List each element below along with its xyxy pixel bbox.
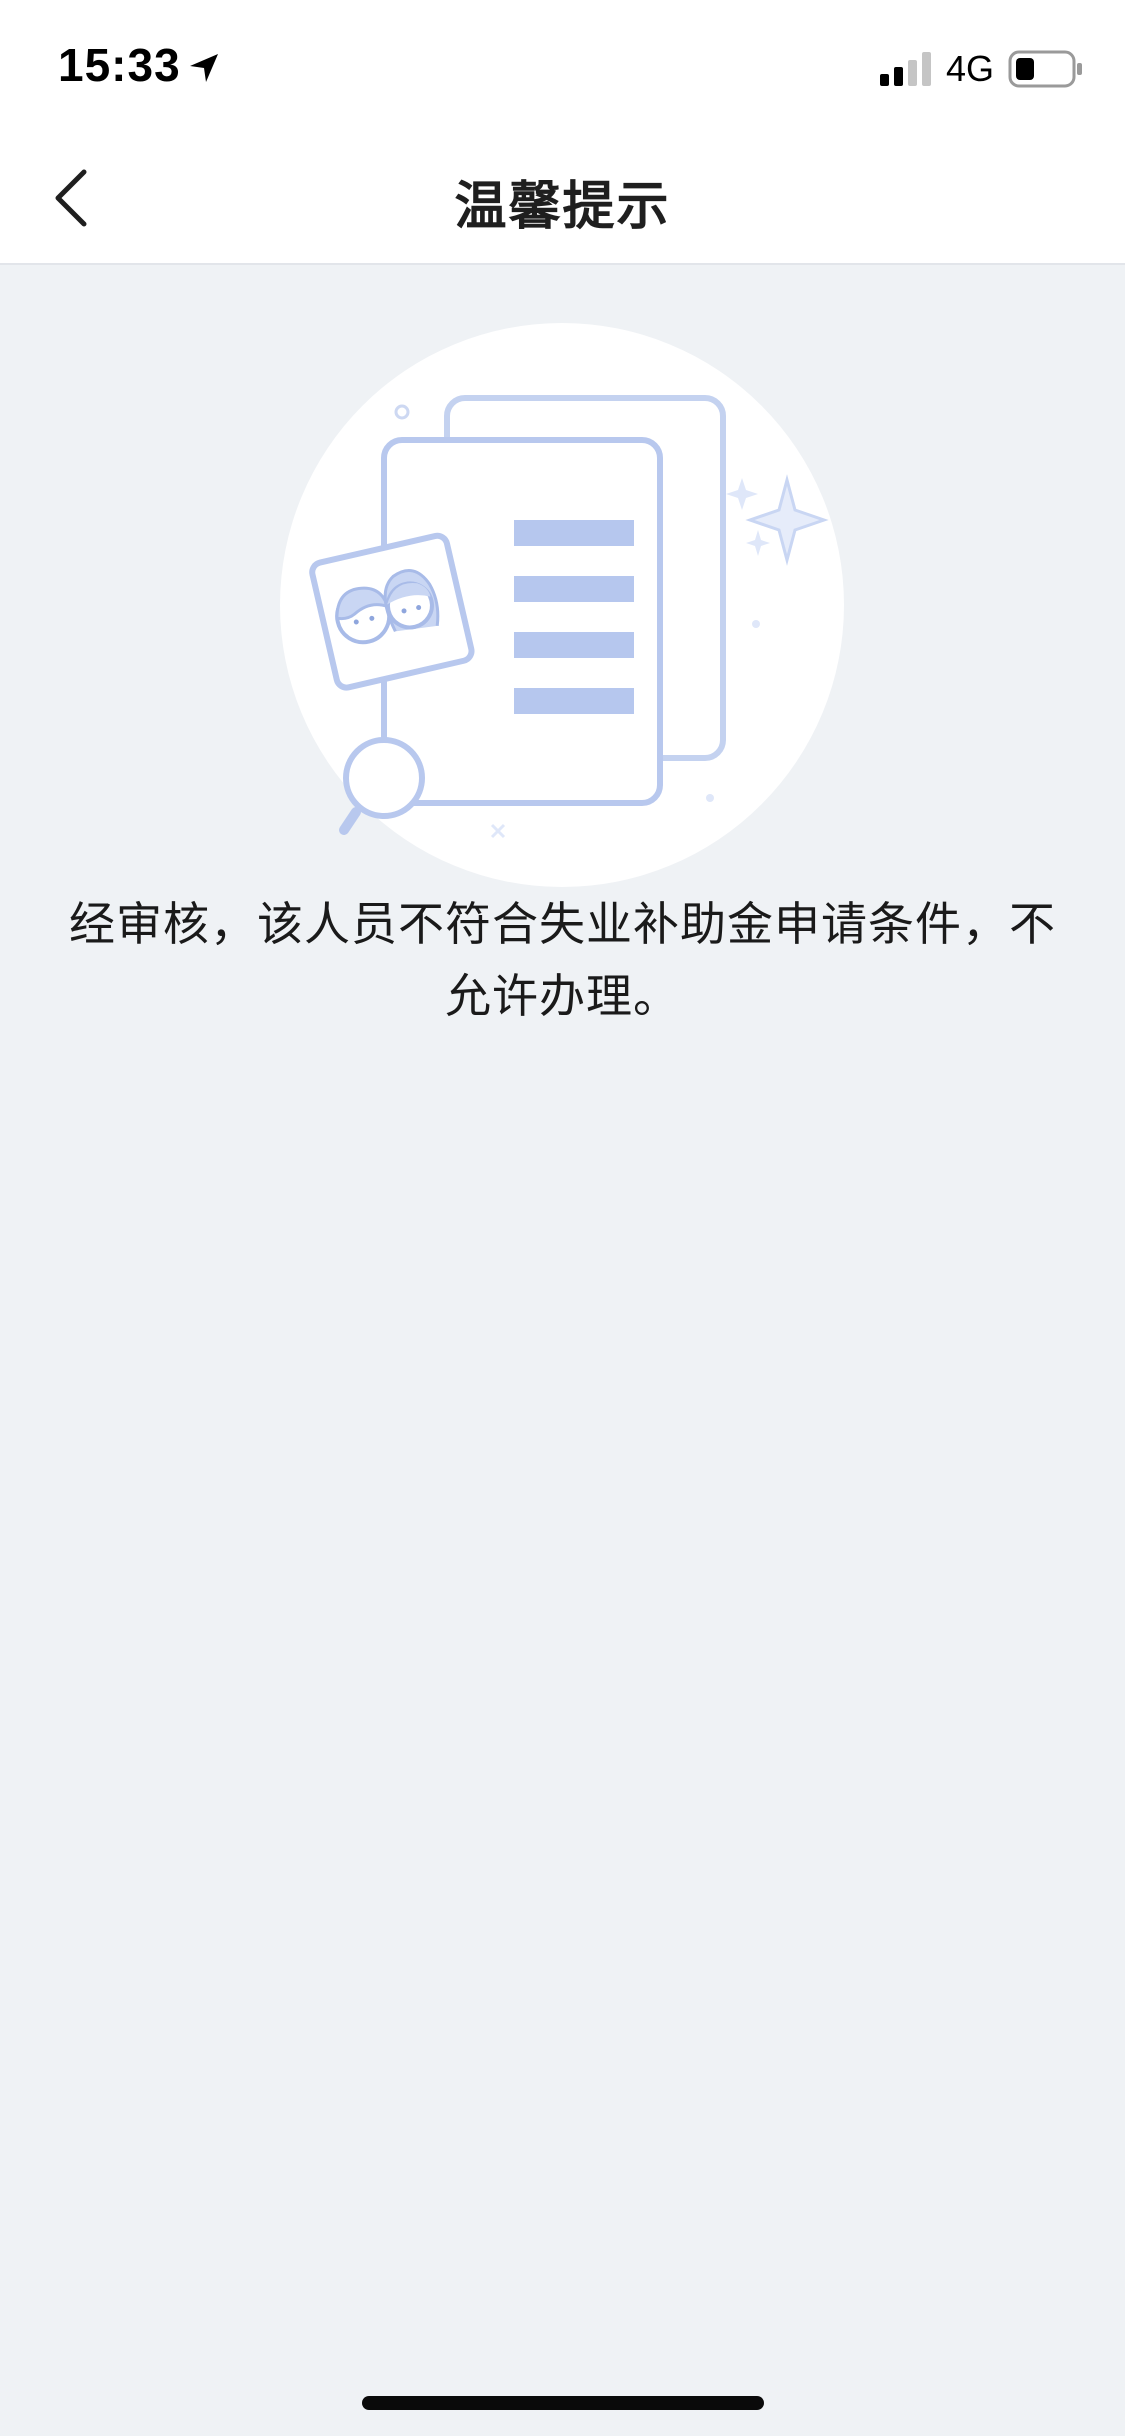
cellular-signal-icon [880,52,931,86]
page-title: 温馨提示 [454,177,671,237]
status-time: 15:33 [58,39,181,91]
navigation-bar: 温馨提示 [0,132,1125,265]
location-arrow-icon [190,54,218,82]
document-review-illustration [280,323,844,887]
home-indicator[interactable] [362,2396,764,2410]
battery-icon [1008,50,1082,88]
result-message: 经审核，该人员不符合失业补助金申请条件，不允许办理。 [69,897,1056,1023]
network-type: 4G [946,48,995,89]
status-bar: 15:33 4G [0,0,1125,132]
